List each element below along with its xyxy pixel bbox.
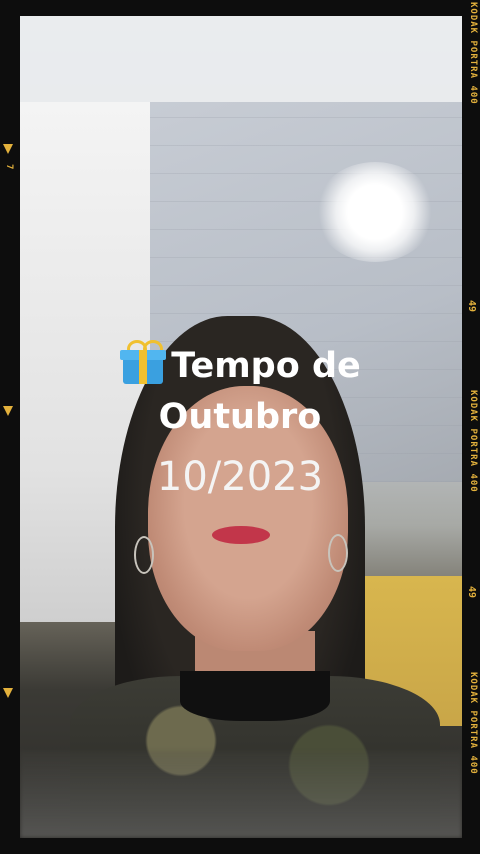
lips <box>212 526 270 544</box>
caption-date: 10/2023 <box>156 454 324 500</box>
film-marker-number: 7 <box>4 164 14 170</box>
video-frame: 7 KODAK PORTRA 400 49 KODAK PORTRA 400 4… <box>0 0 480 854</box>
caption-line-1: Tempo de <box>0 340 480 389</box>
film-frame-number-2: 49 <box>466 586 477 599</box>
film-marker-bottom <box>3 688 13 698</box>
bottom-blur <box>20 751 462 838</box>
film-brand-text-1: KODAK PORTRA 400 <box>468 2 478 105</box>
film-frame-number-1: 49 <box>466 300 477 313</box>
collar <box>180 671 330 721</box>
gift-icon <box>119 340 167 384</box>
film-marker-top <box>3 144 13 154</box>
ceiling-lamp <box>315 162 435 262</box>
caption-line-2: Outubro <box>158 397 322 437</box>
top-band <box>20 16 462 102</box>
caption-text-line-1: Tempo de <box>171 346 361 386</box>
left-earring <box>134 536 154 574</box>
right-earring <box>328 534 348 572</box>
film-brand-text-3: KODAK PORTRA 400 <box>468 672 478 775</box>
